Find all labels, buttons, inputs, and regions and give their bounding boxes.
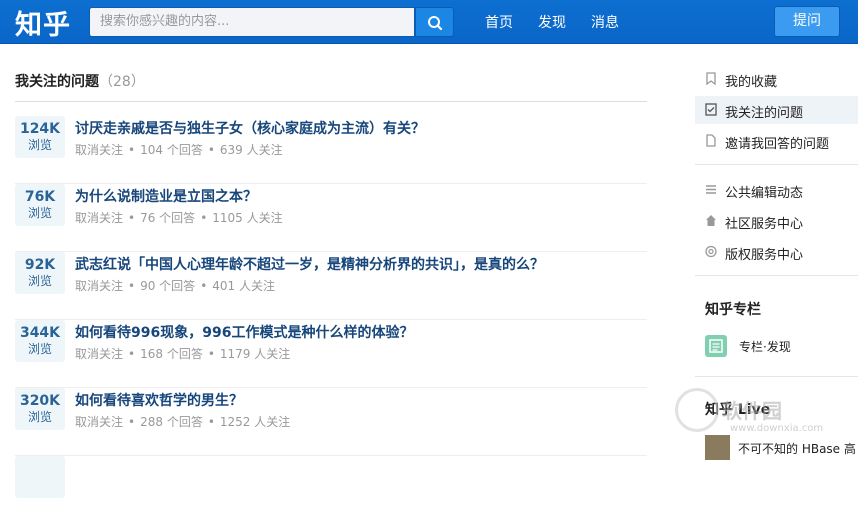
views-count: 320K (19, 393, 61, 409)
list-icon (706, 185, 716, 194)
divider (15, 101, 647, 102)
question-meta: 取消关注 • 90 个回答 • 401 人关注 (75, 277, 275, 294)
unfollow-link[interactable]: 取消关注 (75, 415, 123, 429)
views-count: 92K (24, 257, 56, 273)
sidebar-item-invited-questions[interactable]: 邀请我回答的问题 (695, 127, 858, 155)
sidebar-item-community-center[interactable]: 社区服务中心 (695, 207, 858, 235)
home-icon (706, 215, 716, 226)
column-heading: 知乎专栏 (705, 302, 761, 318)
views-count: 344K (19, 325, 61, 341)
live-thumbnail (705, 435, 730, 460)
list-item: 92K 浏览 武志红说「中国人心理年龄不超过一岁，是精神分析界的共识」，是真的么… (15, 252, 647, 320)
checkbox-icon (705, 103, 717, 116)
separator-dot: • (200, 211, 208, 225)
followers-count: 1252 人关注 (219, 415, 291, 429)
sidebar-item-copyright-center[interactable]: 版权服务中心 (695, 238, 858, 266)
search-icon (428, 16, 443, 31)
sidebar-item-public-edits[interactable]: 公共编辑动态 (695, 176, 858, 204)
copyright-icon (705, 245, 717, 258)
views-badge (15, 456, 65, 498)
list-item (15, 456, 647, 524)
sidebar-item-followed-questions[interactable]: 我关注的问题 (695, 96, 858, 124)
question-count: （28） (99, 74, 145, 90)
followers-count: 1179 人关注 (219, 347, 291, 361)
answers-link[interactable]: 76 个回答 (140, 211, 195, 225)
watermark-url: www.downxia.com (730, 423, 824, 434)
sidebar-item-label: 邀请我回答的问题 (725, 137, 830, 152)
separator-dot: • (207, 347, 215, 361)
question-meta: 取消关注 • 288 个回答 • 1252 人关注 (75, 413, 290, 430)
question-title-link[interactable]: 为什么说制造业是立国之本？ (75, 186, 257, 206)
list-item: 124K 浏览 讨厌走亲戚是否与独生子女（核心家庭成为主流）有关？ 取消关注 • 1… (15, 116, 647, 184)
question-title-link[interactable]: 讨厌走亲戚是否与独生子女（核心家庭成为主流）有关？ (75, 118, 425, 138)
separator-dot: • (128, 143, 136, 157)
bookmark-icon (706, 72, 716, 85)
ask-button[interactable]: 提问 (774, 6, 840, 37)
zhihu-logo[interactable]: 知乎 (15, 3, 71, 42)
separator-dot: • (128, 211, 136, 225)
sidebar-item-label: 社区服务中心 (725, 217, 804, 232)
answers-link[interactable]: 168 个回答 (140, 347, 203, 361)
views-badge: 344K 浏览 (15, 320, 65, 362)
list-item: 76K 浏览 为什么说制造业是立国之本？ 取消关注 • 76 个回答 • 1105 人关… (15, 184, 647, 252)
live-item-title: 不可不知的 HBase 高 (738, 442, 856, 456)
column-link-label: 专栏·发现 (739, 340, 791, 354)
views-label: 浏览 (27, 138, 52, 152)
column-icon (705, 335, 727, 357)
question-title-link[interactable]: 如何看待喜欢哲学的男生？ (75, 390, 243, 410)
sidebar-item-label: 公共编辑动态 (725, 186, 804, 201)
page-title-text: 我关注的问题 (15, 74, 99, 90)
views-label: 浏览 (27, 410, 52, 424)
unfollow-link[interactable]: 取消关注 (75, 143, 123, 157)
sidebar-item-label: 版权服务中心 (725, 248, 804, 263)
unfollow-link[interactable]: 取消关注 (75, 279, 123, 293)
nav-explore[interactable]: 发现 (538, 12, 566, 32)
question-meta: 取消关注 • 168 个回答 • 1179 人关注 (75, 345, 290, 362)
separator-dot: • (128, 347, 136, 361)
sidebar-item-label: 我关注的问题 (725, 106, 804, 121)
views-count: 76K (24, 189, 56, 205)
separator-dot: • (128, 415, 136, 429)
main-nav: 首页 发现 消息 (485, 12, 619, 32)
nav-home[interactable]: 首页 (485, 12, 513, 32)
page-title: 我关注的问题（28） (15, 71, 145, 91)
divider (695, 275, 858, 276)
live-heading: 知乎 Live (705, 402, 771, 418)
views-badge: 124K 浏览 (15, 116, 65, 158)
separator-dot: • (207, 415, 215, 429)
followers-count: 401 人关注 (212, 279, 275, 293)
divider (695, 376, 858, 377)
separator-dot: • (200, 279, 208, 293)
sidebar-item-label: 我的收藏 (725, 75, 778, 90)
views-badge: 76K 浏览 (15, 184, 65, 226)
question-meta: 取消关注 • 104 个回答 • 639 人关注 (75, 141, 283, 158)
question-title-link[interactable]: 武志红说「中国人心理年龄不超过一岁，是精神分析界的共识」，是真的么？ (75, 254, 544, 274)
list-item: 320K 浏览 如何看待喜欢哲学的男生？ 取消关注 • 288 个回答 • 1252 人… (15, 388, 647, 456)
views-count: 124K (19, 121, 61, 137)
views-badge: 320K 浏览 (15, 388, 65, 430)
unfollow-link[interactable]: 取消关注 (75, 347, 123, 361)
separator-dot: • (207, 143, 215, 157)
divider (695, 164, 858, 165)
followers-count: 639 人关注 (219, 143, 283, 157)
answers-link[interactable]: 288 个回答 (140, 415, 203, 429)
separator-dot: • (128, 279, 136, 293)
list-item: 344K 浏览 如何看待996现象，996工作模式是种什么样的体验？ 取消关注 •… (15, 320, 647, 388)
sidebar-item-collections[interactable]: 我的收藏 (695, 65, 858, 93)
document-icon (706, 134, 716, 147)
unfollow-link[interactable]: 取消关注 (75, 211, 123, 225)
search-button[interactable] (415, 7, 454, 37)
answers-link[interactable]: 104 个回答 (140, 143, 203, 157)
answers-link[interactable]: 90 个回答 (140, 279, 195, 293)
views-label: 浏览 (27, 342, 52, 356)
views-badge: 92K 浏览 (15, 252, 65, 294)
nav-messages[interactable]: 消息 (591, 12, 619, 32)
views-label: 浏览 (27, 206, 52, 220)
search-input[interactable]: 搜索你感兴趣的内容... (89, 7, 415, 37)
followers-count: 1105 人关注 (212, 211, 283, 225)
top-bar: 知乎 搜索你感兴趣的内容... 首页 发现 消息 提问 (0, 0, 858, 44)
views-label: 浏览 (27, 274, 52, 288)
question-title-link[interactable]: 如何看待996现象，996工作模式是种什么样的体验？ (75, 322, 413, 342)
question-meta: 取消关注 • 76 个回答 • 1105 人关注 (75, 209, 283, 226)
